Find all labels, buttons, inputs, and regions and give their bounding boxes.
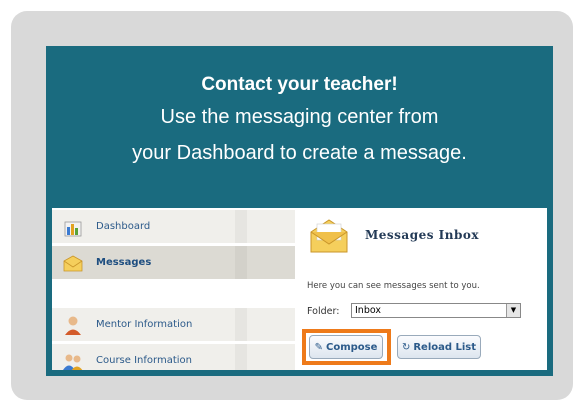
folder-select-value: Inbox [355,305,381,316]
sidebar-item-course-information[interactable]: Course Information [52,344,295,370]
folder-select[interactable]: Inbox ▼ [351,303,521,318]
messages-panel: Messages Inbox Here you can see messages… [295,208,547,370]
sidebar-item-label: Mentor Information [96,319,193,330]
envelope-icon [62,252,84,274]
person-icon [62,314,84,336]
sidebar: Dashboard Messages Mentor Information Co… [52,208,295,370]
card-text-line1: Use the messaging center from [160,106,439,128]
sidebar-item-label: Course Information [96,355,192,366]
instruction-card: Contact your teacher! Use the messaging … [46,46,553,376]
sidebar-item-label: Messages [96,257,152,268]
sidebar-item-dashboard[interactable]: Dashboard [52,210,295,243]
sidebar-item-messages[interactable]: Messages [52,246,295,279]
inbox-description: Here you can see messages sent to you. [307,281,480,291]
envelope-icon [307,214,351,258]
people-icon [62,350,84,370]
sidebar-item-mentor-information[interactable]: Mentor Information [52,308,295,341]
dashboard-icon [62,216,84,238]
card-text-line2: your Dashboard to create a message. [132,142,467,164]
page-title: Messages Inbox [365,228,480,242]
dashboard-screenshot: Dashboard Messages Mentor Information Co… [52,208,547,370]
folder-label: Folder: [307,306,340,317]
reload-label: Reload List [413,341,477,353]
compose-highlight [302,329,391,365]
chevron-down-icon[interactable]: ▼ [506,304,520,317]
card-title: Contact your teacher! [201,74,398,95]
reload-icon: ↻ [401,341,411,353]
sidebar-item-label: Dashboard [96,221,151,232]
reload-list-button[interactable]: ↻ Reload List [397,335,481,359]
